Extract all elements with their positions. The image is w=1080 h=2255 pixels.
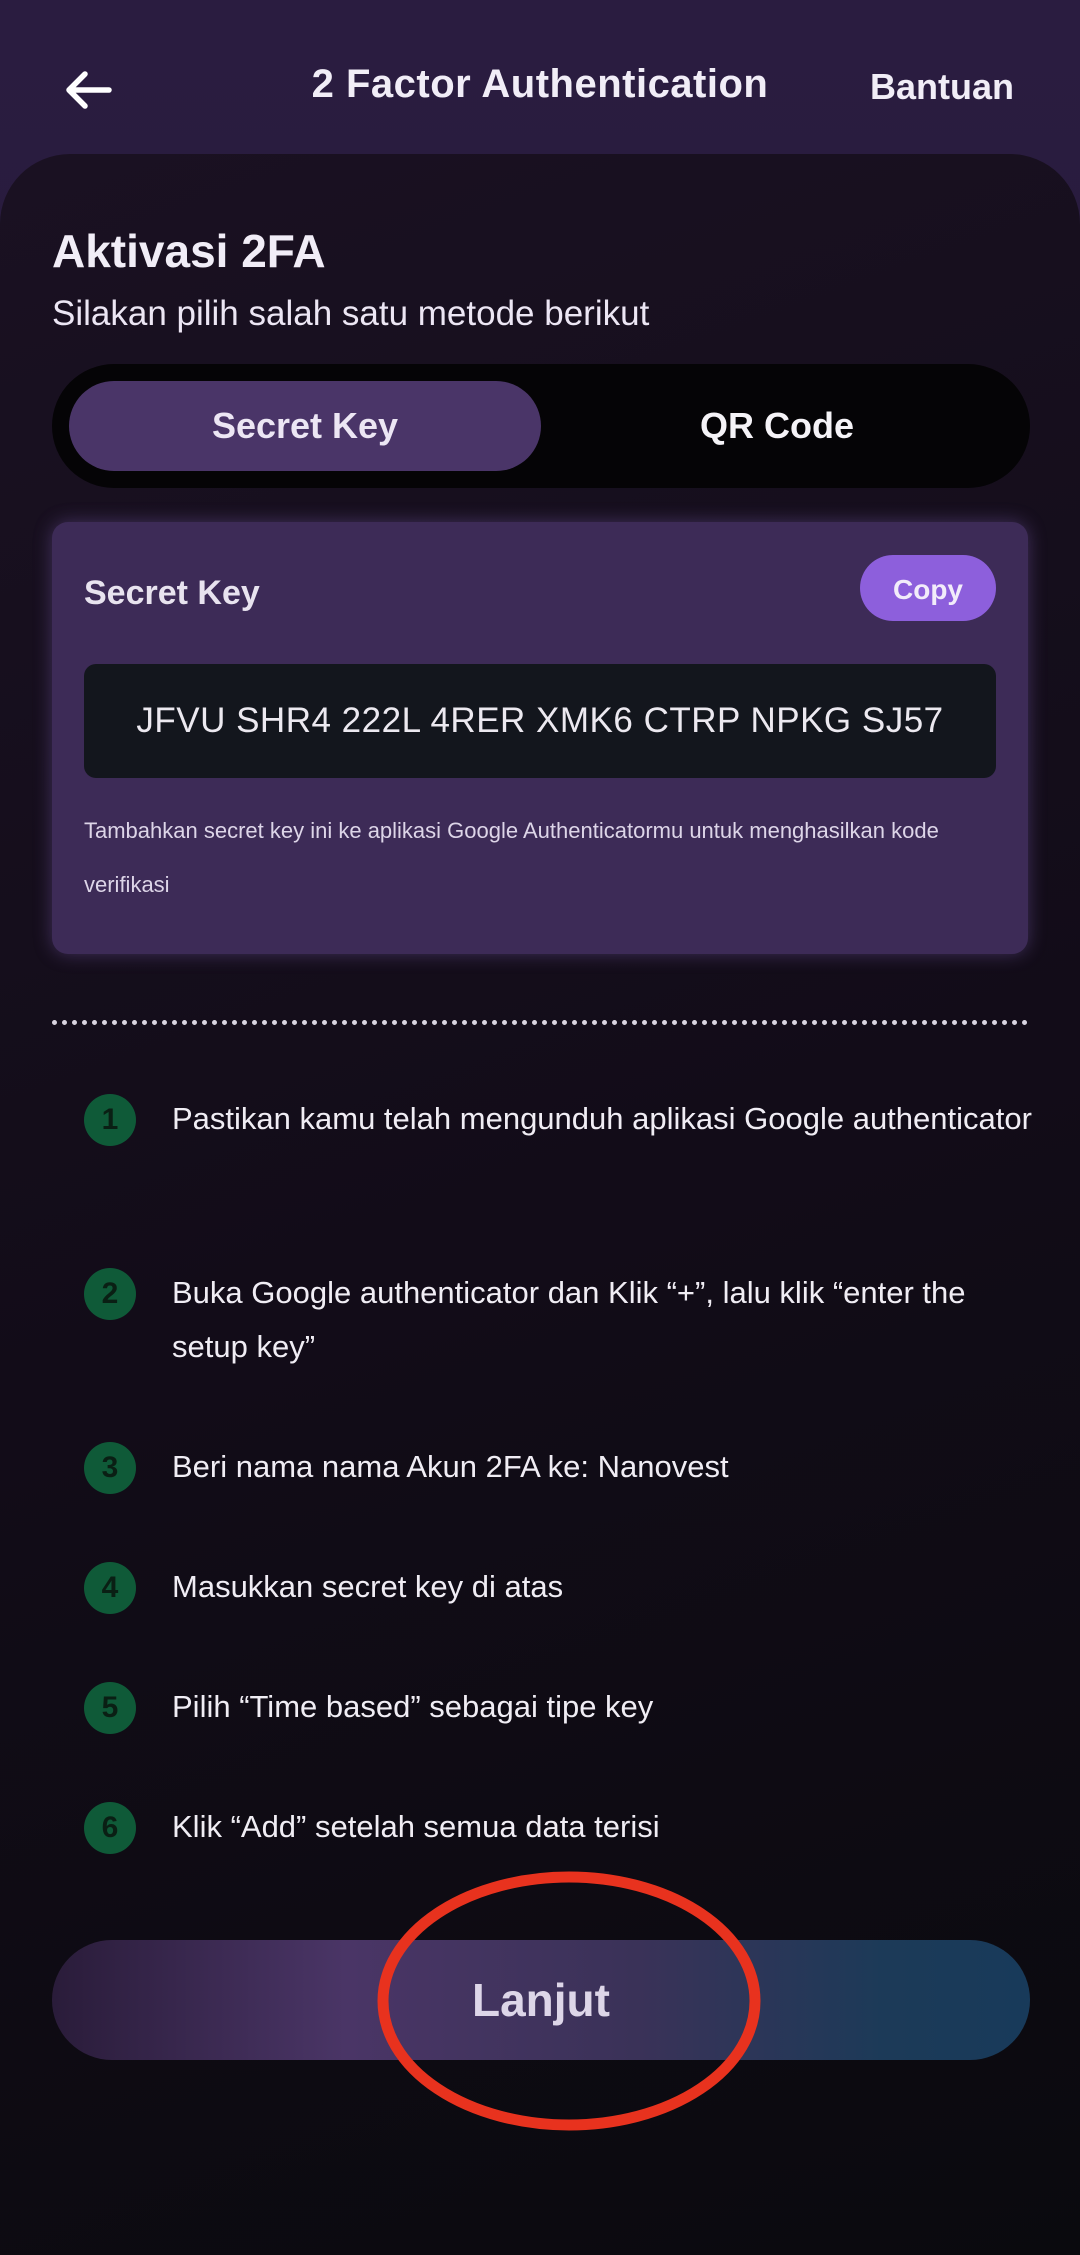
app-header: 2 Factor Authentication Bantuan: [0, 0, 1080, 170]
method-tabs: Secret Key QR Code: [52, 364, 1030, 488]
secret-key-label: Secret Key: [84, 574, 260, 612]
section-title: Aktivasi 2FA: [52, 225, 326, 277]
copy-button[interactable]: Copy: [860, 555, 996, 621]
secret-key-value: JFVU SHR4 222L 4RER XMK6 CTRP NPKG SJ57: [84, 664, 996, 778]
step-text: Pastikan kamu telah mengunduh aplikasi G…: [172, 1101, 1032, 1136]
tab-secret-key[interactable]: Secret Key: [69, 381, 541, 471]
step-number-badge: 3: [84, 1442, 136, 1494]
step-number-badge: 5: [84, 1682, 136, 1734]
continue-button[interactable]: Lanjut: [52, 1940, 1030, 2060]
help-link[interactable]: Bantuan: [870, 66, 1014, 108]
step-text: Buka Google authenticator dan Klik “+”, …: [172, 1275, 966, 1364]
step-number-badge: 4: [84, 1562, 136, 1614]
secret-key-hint: Tambahkan secret key ini ke aplikasi Goo…: [84, 818, 939, 897]
tab-qr-code[interactable]: QR Code: [541, 381, 1013, 471]
step-text: Pilih “Time based” sebagai tipe key: [172, 1689, 654, 1724]
section-subtitle: Silakan pilih salah satu metode berikut: [52, 294, 650, 333]
step-text: Klik “Add” setelah semua data terisi: [172, 1809, 660, 1844]
step-number-badge: 1: [84, 1094, 136, 1146]
secret-key-card: Secret Key Copy JFVU SHR4 222L 4RER XMK6…: [52, 522, 1028, 954]
step-number-badge: 2: [84, 1268, 136, 1320]
dotted-divider: [52, 1020, 1028, 1025]
step-text: Masukkan secret key di atas: [172, 1569, 564, 1604]
step-text: Beri nama nama Akun 2FA ke: Nanovest: [172, 1449, 729, 1484]
screen: 2 Factor Authentication Bantuan Aktivasi…: [0, 0, 1080, 2255]
step-number-badge: 6: [84, 1802, 136, 1854]
main-panel: Aktivasi 2FA Silakan pilih salah satu me…: [0, 154, 1080, 2255]
